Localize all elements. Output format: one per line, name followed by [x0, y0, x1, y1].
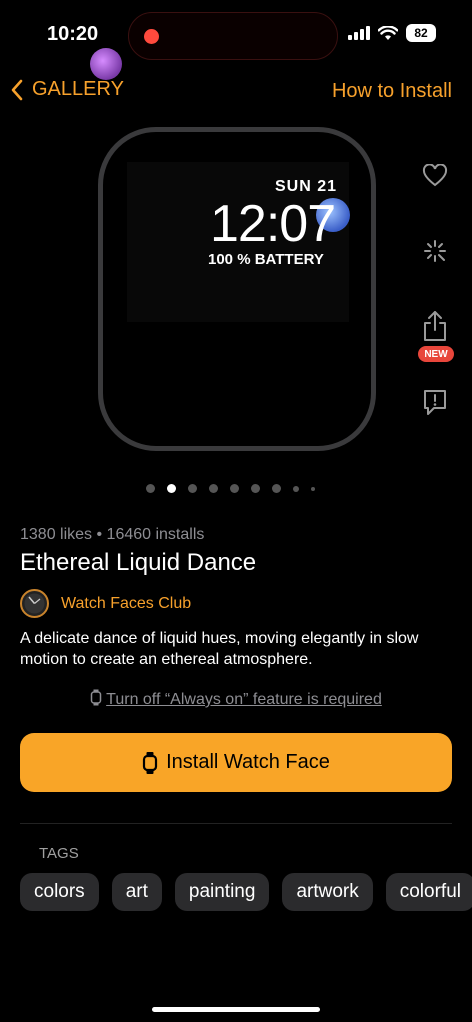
page-dot[interactable]: [272, 484, 281, 493]
customize-button[interactable]: [420, 238, 450, 264]
tags-list: colors art painting artwork colorful: [20, 873, 472, 911]
how-to-install-link[interactable]: How to Install: [332, 80, 452, 103]
heart-icon: [422, 164, 448, 187]
face-title: Ethereal Liquid Dance: [20, 549, 257, 576]
tags-heading: TAGS: [39, 845, 79, 862]
page-indicator[interactable]: [146, 484, 315, 493]
tag-chip[interactable]: art: [111, 873, 162, 911]
back-button[interactable]: GALLERY: [10, 78, 124, 101]
watch-preview[interactable]: [98, 127, 376, 451]
author-avatar: [20, 589, 49, 618]
recording-indicator-icon: [144, 29, 159, 44]
battery-icon: 82: [406, 24, 436, 42]
page-dot[interactable]: [209, 484, 218, 493]
page-dot[interactable]: [293, 485, 299, 492]
tag-chip[interactable]: painting: [174, 873, 270, 911]
new-badge: NEW: [418, 346, 454, 362]
watch-battery: 100 % BATTERY: [208, 251, 324, 268]
like-button[interactable]: [420, 164, 450, 188]
back-label: GALLERY: [32, 78, 124, 100]
share-icon: [424, 311, 446, 341]
page-dot[interactable]: [188, 484, 197, 493]
sparkle-wand-icon: [424, 240, 446, 262]
share-button[interactable]: [420, 310, 450, 342]
tag-chip[interactable]: colorful: [385, 873, 472, 911]
report-bubble-icon: [424, 390, 446, 415]
clock-logo-icon: [24, 593, 45, 614]
author-link[interactable]: Watch Faces Club: [20, 589, 191, 618]
page-dot[interactable]: [167, 484, 176, 493]
status-icons: 82: [348, 24, 436, 42]
stats-text: 1380 likes • 16460 installs: [20, 526, 205, 543]
tag-chip[interactable]: artwork: [282, 873, 373, 911]
install-button-label: Install Watch Face: [166, 751, 330, 773]
home-indicator[interactable]: [152, 1007, 320, 1012]
dynamic-island: [128, 12, 338, 60]
chevron-left-icon: [11, 79, 23, 100]
page-dot[interactable]: [311, 486, 315, 491]
always-on-notice-link[interactable]: Turn off “Always on” feature is required: [106, 691, 382, 708]
wifi-icon: [378, 25, 398, 40]
page-dot[interactable]: [251, 484, 260, 493]
author-name: Watch Faces Club: [61, 594, 192, 612]
cellular-signal-icon: [348, 26, 370, 40]
page-dot[interactable]: [146, 484, 155, 493]
page-dot[interactable]: [230, 484, 239, 493]
watch-time: 12:07: [210, 195, 336, 253]
tag-chip[interactable]: colors: [20, 873, 99, 911]
watch-outline-icon: [90, 689, 102, 706]
always-on-notice[interactable]: Turn off “Always on” feature is required: [0, 689, 472, 709]
face-description: A delicate dance of liquid hues, moving …: [20, 630, 419, 668]
status-time: 10:20: [47, 23, 99, 45]
report-button[interactable]: [420, 388, 450, 416]
liquid-blob-purple: [90, 48, 122, 80]
install-watch-face-button[interactable]: Install Watch Face: [20, 733, 452, 792]
watch-icon: [143, 751, 158, 774]
divider: [20, 823, 452, 824]
